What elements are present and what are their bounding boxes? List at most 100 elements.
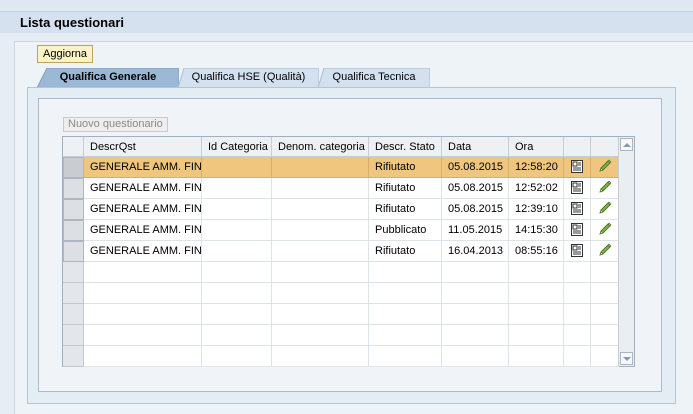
tab-label: Qualifica Tecnica [332,71,416,83]
table-header: DescrQst Id Categoria Denom. categoria D… [63,137,619,157]
display-document-icon[interactable] [571,159,583,173]
cell-descrqst [84,262,202,283]
display-document-icon[interactable] [571,222,583,236]
refresh-button[interactable]: Aggiorna [37,45,94,63]
column-header-descrqst[interactable]: DescrQst [84,137,202,157]
column-header-edit [591,137,619,157]
scroll-down-button[interactable] [620,352,633,365]
empty-table-row [63,304,619,325]
cell-ora: 12:52:02 [509,178,564,199]
cell-id-categoria [202,346,272,367]
display-cell [564,199,591,220]
column-header-id-categoria[interactable]: Id Categoria [202,137,272,157]
cell-descrqst [84,304,202,325]
empty-table-row [63,283,619,304]
row-selector [63,283,84,304]
cell-data [442,325,509,346]
edit-cell [591,304,619,325]
tab-qualifica-generale[interactable]: Qualifica Generale [37,68,179,88]
cell-ora [509,325,564,346]
cell-id-categoria [202,262,272,283]
cell-data: 05.08.2015 [442,199,509,220]
edit-pencil-icon[interactable] [598,159,612,173]
cell-ora: 08:55:16 [509,241,564,262]
cell-descr-stato: Pubblicato [369,220,442,241]
table-row[interactable]: GENERALE AMM. FIN. Pubblicato 11.05.2015 14… [63,220,619,241]
edit-cell [591,157,619,178]
cell-descrqst [84,325,202,346]
cell-descr-stato [369,325,442,346]
cell-denom-categoria [272,220,369,241]
cell-ora [509,304,564,325]
select-all-header[interactable] [63,137,84,157]
display-cell [564,283,591,304]
edit-cell [591,220,619,241]
page-title: Lista questionari [0,11,693,33]
column-header-ora[interactable]: Ora [509,137,564,157]
row-selector [63,346,84,367]
edit-cell [591,262,619,283]
cell-id-categoria [202,157,272,178]
column-header-denom-categoria[interactable]: Denom. categoria [272,137,369,157]
tab-label: Qualifica Generale [59,71,157,83]
cell-ora [509,283,564,304]
cell-denom-categoria [272,178,369,199]
edit-cell [591,325,619,346]
edit-pencil-icon[interactable] [598,201,612,215]
cell-data [442,283,509,304]
column-header-data[interactable]: Data [442,137,509,157]
cell-denom-categoria [272,157,369,178]
vertical-scrollbar[interactable] [618,137,634,366]
scroll-up-button[interactable] [620,138,633,151]
cell-data: 05.08.2015 [442,157,509,178]
display-document-icon[interactable] [571,243,583,257]
row-selector[interactable] [63,241,84,262]
display-cell [564,241,591,262]
arrow-up-icon [623,143,631,147]
cell-denom-categoria [272,304,369,325]
display-cell [564,346,591,367]
cell-data [442,346,509,367]
cell-id-categoria [202,178,272,199]
cell-descr-stato: Rifiutato [369,241,442,262]
cell-id-categoria [202,199,272,220]
display-cell [564,325,591,346]
empty-table-row [63,262,619,283]
display-document-icon[interactable] [571,201,583,215]
edit-pencil-icon[interactable] [598,222,612,236]
cell-data [442,304,509,325]
table-row[interactable]: GENERALE AMM. FIN. Rifiutato 05.08.2015 12:… [63,157,619,178]
cell-id-categoria [202,283,272,304]
cell-descr-stato: Rifiutato [369,199,442,220]
edit-pencil-icon[interactable] [598,180,612,194]
row-selector[interactable] [63,178,84,199]
cell-ora: 12:39:10 [509,199,564,220]
display-document-icon[interactable] [571,180,583,194]
table-row[interactable]: GENERALE AMM. FIN. Rifiutato 05.08.2015 12:… [63,199,619,220]
new-questionnaire-button[interactable]: Nuovo questionario [63,117,168,132]
cell-descr-stato [369,346,442,367]
row-selector[interactable] [63,199,84,220]
row-selector[interactable] [63,157,84,178]
cell-denom-categoria [272,325,369,346]
cell-descrqst [84,283,202,304]
cell-id-categoria [202,241,272,262]
column-header-display [564,137,591,157]
cell-data [442,262,509,283]
row-selector [63,325,84,346]
cell-ora [509,262,564,283]
cell-descrqst: GENERALE AMM. FIN. [84,199,202,220]
edit-pencil-icon[interactable] [598,243,612,257]
tab-qualifica-hse[interactable]: Qualifica HSE (Qualità) [178,68,319,88]
column-header-descr-stato[interactable]: Descr. Stato [369,137,442,157]
arrow-down-icon [623,357,631,361]
row-selector[interactable] [63,220,84,241]
cell-id-categoria [202,325,272,346]
cell-data: 05.08.2015 [442,178,509,199]
tab-qualifica-tecnica[interactable]: Qualifica Tecnica [318,68,430,88]
cell-descr-stato [369,262,442,283]
table-row[interactable]: GENERALE AMM. FIN. Rifiutato 16.04.2013 08:… [63,241,619,262]
table-row[interactable]: GENERALE AMM. FIN. Rifiutato 05.08.2015 12:… [63,178,619,199]
cell-ora [509,346,564,367]
edit-cell [591,241,619,262]
